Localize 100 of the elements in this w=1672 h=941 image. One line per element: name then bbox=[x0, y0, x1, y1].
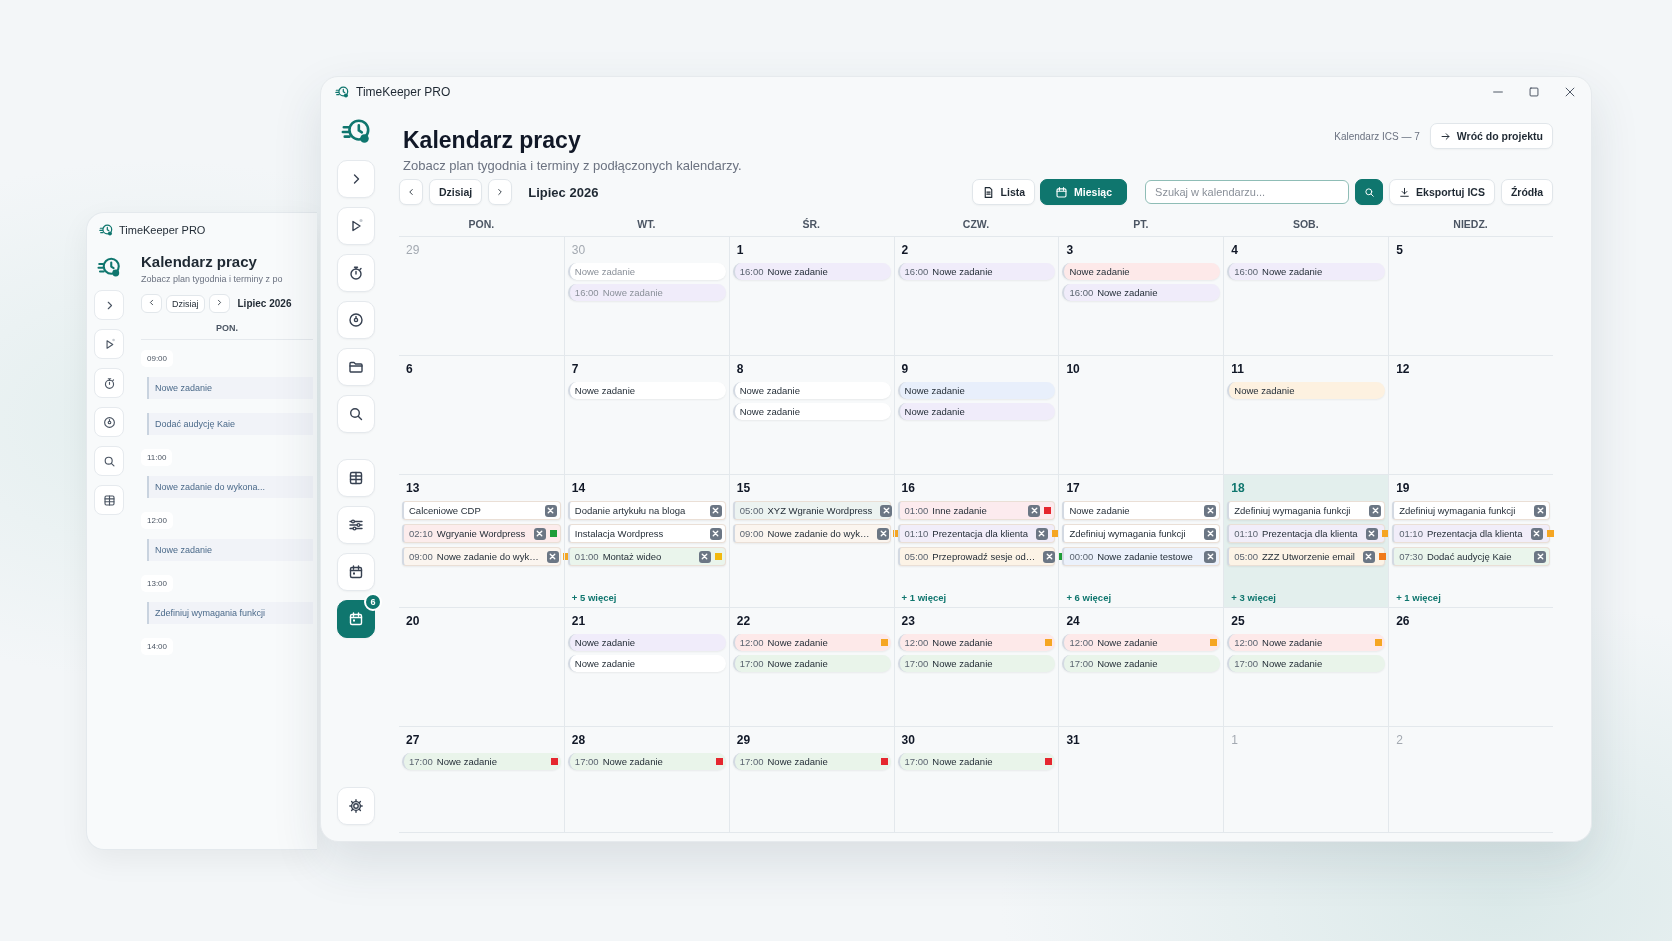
remove-button[interactable] bbox=[1204, 550, 1217, 563]
remove-button[interactable] bbox=[1369, 504, 1382, 517]
more-link[interactable]: + 6 więcej bbox=[1062, 592, 1112, 603]
calendar-event[interactable]: 05:00 XYZ Wgranie Wordpress bbox=[732, 501, 891, 520]
calendar-event[interactable]: Nowe zadanie bbox=[1062, 501, 1221, 520]
event-title: Nowe zadanie bbox=[1097, 287, 1158, 298]
remove-button[interactable] bbox=[1204, 527, 1217, 540]
remove-button[interactable] bbox=[1534, 550, 1546, 563]
remove-button[interactable] bbox=[544, 504, 557, 517]
event-time: 16:00 bbox=[574, 287, 599, 298]
calendar-event[interactable]: 16:00 Nowe zadanie bbox=[897, 263, 1056, 280]
remove-button[interactable] bbox=[1363, 550, 1375, 563]
calendar-event[interactable]: Nowe zadanie bbox=[732, 382, 891, 399]
calendar-event[interactable]: 17:00 Nowe zadanie bbox=[402, 753, 561, 770]
calendar-event[interactable]: Dodanie artykułu na bloga bbox=[567, 501, 726, 520]
calendar-event[interactable]: 17:00 Nowe zadanie bbox=[897, 655, 1056, 672]
calendar-event[interactable]: 17:00 Nowe zadanie bbox=[1227, 655, 1386, 672]
calendar-event[interactable]: Zdefiniuj wymagania funkcji bbox=[1392, 501, 1550, 520]
calendar-event[interactable]: 12:00 Nowe zadanie bbox=[1227, 634, 1386, 651]
search-button[interactable] bbox=[1355, 179, 1384, 205]
remove-button[interactable] bbox=[1204, 504, 1217, 517]
calendar-event[interactable]: 17:00 Nowe zadanie bbox=[1062, 655, 1221, 672]
calendar-event[interactable]: 00:00 Nowe zadanie testowe bbox=[1062, 547, 1221, 566]
calendar-event[interactable]: Nowe zadanie bbox=[897, 403, 1056, 420]
calendar-event[interactable]: Nowe zadanie bbox=[567, 382, 726, 399]
settings-button[interactable] bbox=[337, 787, 375, 825]
calendar-event[interactable]: Zdefiniuj wymagania funkcji bbox=[1062, 524, 1221, 543]
remove-button[interactable] bbox=[880, 504, 893, 517]
remove-button[interactable] bbox=[1043, 550, 1056, 563]
calendar-event[interactable]: 12:00 Nowe zadanie bbox=[897, 634, 1056, 651]
close-icon bbox=[1205, 529, 1215, 538]
more-link[interactable]: + 3 więcej bbox=[1227, 592, 1276, 603]
remove-button[interactable] bbox=[698, 550, 711, 563]
calendar-event[interactable]: 12:00 Nowe zadanie bbox=[1062, 634, 1221, 651]
back-to-project-button[interactable]: Wróć do projektu bbox=[1429, 123, 1553, 149]
remove-button[interactable] bbox=[533, 527, 546, 540]
calendar-event[interactable]: Zdefiniuj wymagania funkcji bbox=[147, 602, 313, 624]
calendar-event[interactable]: Nowe zadanie do wykona... bbox=[147, 476, 313, 498]
calendar-event[interactable]: 16:00 Nowe zadanie bbox=[732, 263, 891, 280]
calendar-event[interactable]: Instalacja Wordpress bbox=[567, 524, 726, 543]
sources-button[interactable]: Źródła bbox=[1500, 179, 1553, 205]
more-link[interactable]: + 1 więcej bbox=[1392, 592, 1441, 603]
today-button[interactable]: Dzisiaj bbox=[429, 179, 483, 205]
remove-button[interactable] bbox=[1365, 527, 1378, 540]
calendar-event[interactable]: 07:30 Dodać audycję Kaie bbox=[1392, 547, 1550, 566]
day-number: 21 bbox=[570, 614, 586, 628]
close-icon bbox=[1037, 529, 1047, 538]
event-title: Calceniowe CDP bbox=[409, 505, 481, 516]
remove-button[interactable] bbox=[546, 550, 559, 563]
remove-button[interactable] bbox=[1028, 504, 1041, 517]
today-cell[interactable]: 18 Zdefiniuj wymagania funkcji 01:10 Prezentacja dla klienta 05:00 ZZZ Utworzenie email + 3 więcej bbox=[1223, 475, 1389, 607]
close-icon bbox=[1367, 529, 1377, 538]
more-link[interactable]: + 1 więcej bbox=[897, 592, 947, 603]
export-button[interactable]: Eksportuj ICS bbox=[1389, 179, 1495, 205]
calendar-event[interactable]: Dodać audycję Kaie bbox=[147, 413, 313, 435]
sidebar-button[interactable] bbox=[337, 600, 375, 638]
close-icon bbox=[711, 529, 721, 538]
calendar-event[interactable]: Nowe zadanie bbox=[147, 539, 313, 561]
calendar-event[interactable]: 17:00 Nowe zadanie bbox=[897, 753, 1056, 770]
calendar-event[interactable]: Nowe zadanie bbox=[897, 382, 1056, 399]
calendar-event[interactable]: 16:00 Nowe zadanie bbox=[1227, 263, 1386, 280]
calendar-event[interactable]: Nowe zadanie bbox=[147, 377, 313, 399]
remove-button[interactable] bbox=[1530, 527, 1543, 540]
maximize-button[interactable] bbox=[1527, 85, 1541, 99]
calendar-event[interactable]: 01:00 Montaż wideo bbox=[567, 547, 726, 566]
calendar-event[interactable]: Calceniowe CDP bbox=[402, 501, 561, 520]
calendar-event[interactable]: Nowe zadanie bbox=[732, 403, 891, 420]
calendar-event[interactable]: 17:00 Nowe zadanie bbox=[732, 753, 891, 770]
calendar-event[interactable]: 17:00 Nowe zadanie bbox=[567, 753, 726, 770]
calendar-event[interactable]: Zdefiniuj wymagania funkcji bbox=[1227, 501, 1386, 520]
calendar-event[interactable]: 17:00 Nowe zadanie bbox=[732, 655, 891, 672]
calendar-event[interactable]: 12:00 Nowe zadanie bbox=[732, 634, 891, 651]
maximize-icon bbox=[1527, 85, 1541, 99]
calendar-event[interactable]: Nowe zadanie bbox=[1062, 263, 1221, 280]
calendar-event[interactable]: Nowe zadanie bbox=[1227, 382, 1386, 399]
calendar-event[interactable]: 05:00 ZZZ Utworzenie email bbox=[1227, 547, 1386, 566]
remove-button[interactable] bbox=[709, 504, 722, 517]
calendar-event[interactable]: 01:10 Prezentacja dla klienta bbox=[897, 524, 1056, 543]
calendar-event[interactable]: Nowe zadanie bbox=[567, 655, 726, 672]
calendar-event[interactable]: 01:00 Inne zadanie bbox=[897, 501, 1056, 520]
count-badge: 6 bbox=[364, 593, 382, 611]
calendar-event[interactable]: 01:10 Prezentacja dla klienta bbox=[1227, 524, 1386, 543]
remove-button[interactable] bbox=[877, 527, 890, 540]
close-button[interactable] bbox=[1563, 85, 1577, 99]
today-button[interactable]: Dzisiaj bbox=[166, 294, 205, 313]
weekday-header: PT. bbox=[1132, 218, 1150, 230]
event-title: Inne zadanie bbox=[932, 505, 987, 516]
search-field[interactable]: Szukaj w kalendarzu... bbox=[1145, 180, 1350, 204]
remove-button[interactable] bbox=[709, 527, 722, 540]
remove-button[interactable] bbox=[1534, 504, 1546, 517]
day-number: 29 bbox=[405, 243, 420, 257]
event-title: Nowe zadanie bbox=[574, 637, 636, 648]
calendar-event[interactable]: 16:00 Nowe zadanie bbox=[1062, 284, 1221, 301]
calendar-event[interactable]: 02:10 Wgryanie Wordpress bbox=[402, 524, 561, 543]
clock-icon bbox=[102, 415, 116, 429]
more-link[interactable]: + 5 więcej bbox=[567, 592, 617, 603]
view-tab[interactable]: Lista bbox=[971, 179, 1036, 205]
remove-button[interactable] bbox=[1035, 527, 1048, 540]
view-tab[interactable]: Miesiąc bbox=[1040, 179, 1128, 205]
calendar-event[interactable]: Nowe zadanie bbox=[567, 634, 726, 651]
